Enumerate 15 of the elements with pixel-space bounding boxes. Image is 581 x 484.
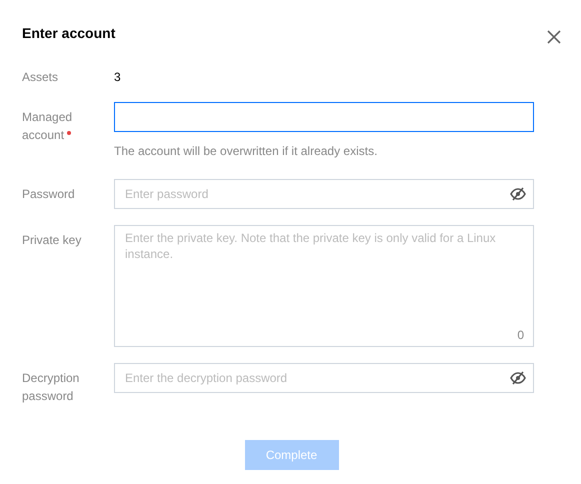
eye-slash-icon[interactable]: [510, 187, 526, 201]
password-field[interactable]: Enter the decryption password: [114, 363, 534, 393]
field-label: Assets: [22, 69, 60, 86]
field-label: Password: [22, 186, 76, 203]
asset-count: 3: [114, 69, 122, 86]
password-field[interactable]: Enter password: [114, 179, 534, 209]
character-count: 0: [517, 327, 524, 344]
hint-text: The account will be overwritten if it already exists.: [114, 143, 378, 160]
account-input[interactable]: [114, 102, 534, 132]
field-label: Private key: [22, 232, 82, 249]
close-button[interactable]: [545, 28, 563, 46]
dialog-title: Enter account: [22, 24, 116, 42]
eye-slash-icon[interactable]: [510, 371, 526, 385]
field-label: Decryption password: [22, 370, 80, 405]
field-label: Managed account: [22, 109, 74, 144]
